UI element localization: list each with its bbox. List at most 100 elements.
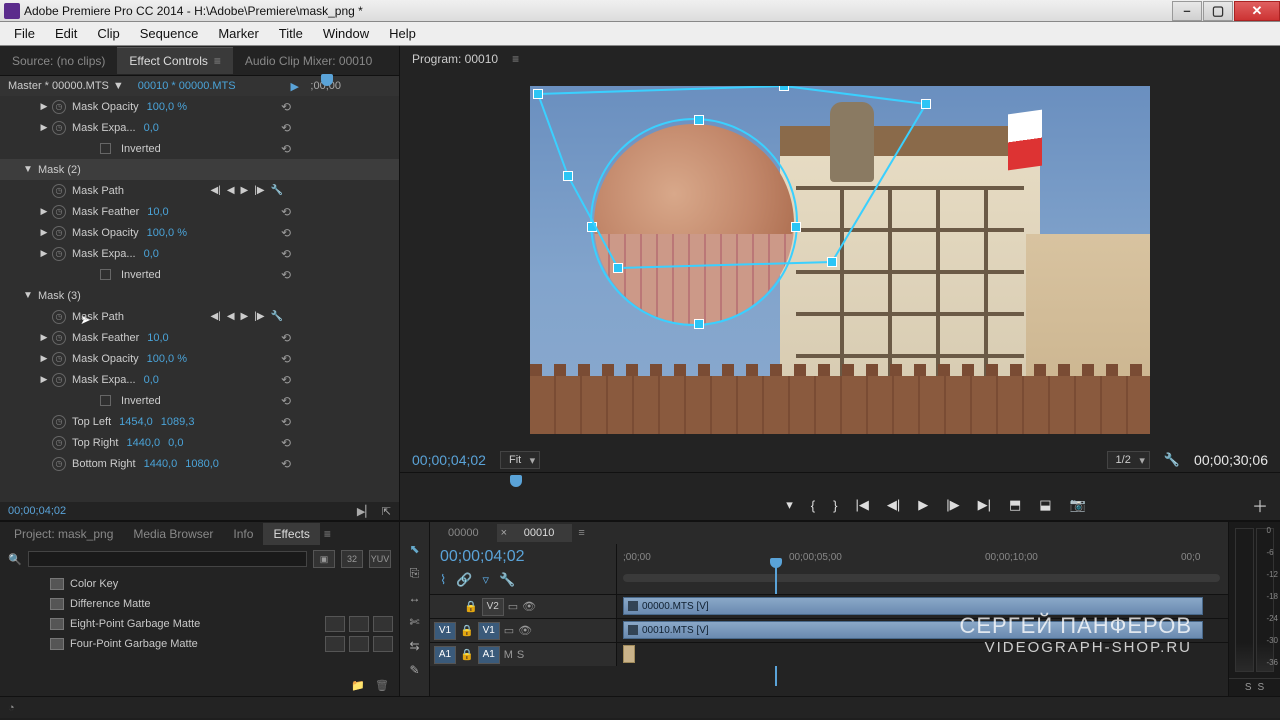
export-icon[interactable]: ⇱ bbox=[382, 505, 391, 518]
panel-menu-icon[interactable]: ≡ bbox=[578, 527, 584, 539]
prop-mask-opacity[interactable]: ▶◷ Mask Opacity 100,0 % ⟲ bbox=[0, 222, 399, 243]
ripple-edit-icon[interactable]: ↔ bbox=[409, 591, 421, 605]
dropdown-icon[interactable]: ▼ bbox=[113, 80, 124, 92]
stopwatch-icon[interactable]: ◷ bbox=[52, 457, 66, 471]
stopwatch-icon[interactable]: ◷ bbox=[52, 100, 66, 114]
export-frame-icon[interactable]: 📷 bbox=[1070, 497, 1086, 513]
new-bin-icon[interactable]: 📁 bbox=[351, 679, 365, 692]
toggle-output-icon[interactable]: ▭ bbox=[504, 624, 514, 637]
panel-menu-icon[interactable]: ≡ bbox=[512, 52, 519, 66]
eye-icon[interactable]: 👁 bbox=[522, 600, 536, 613]
stopwatch-icon[interactable]: ◷ bbox=[52, 352, 66, 366]
reset-icon[interactable]: ⟲ bbox=[281, 331, 291, 345]
effect-item[interactable]: Four-Point Garbage Matte bbox=[6, 634, 393, 654]
source-patch[interactable]: A1 bbox=[434, 646, 456, 664]
prop-mask-opacity[interactable]: ▶◷ Mask Opacity 100,0 % ⟲ bbox=[0, 348, 399, 369]
panel-menu-icon[interactable]: ≡ bbox=[320, 523, 335, 545]
window-close-button[interactable]: ✕ bbox=[1234, 1, 1280, 21]
prop-mask-expansion[interactable]: ▶◷ Mask Expa... 0,0 ⟲ bbox=[0, 117, 399, 138]
step-back-icon[interactable]: ◀| bbox=[887, 497, 900, 513]
toggle-output-icon[interactable]: ▭ bbox=[508, 600, 518, 613]
go-to-in-icon[interactable]: |◀ bbox=[855, 497, 868, 513]
mask-3-header[interactable]: ▼ Mask (3) bbox=[0, 285, 399, 306]
video-clip[interactable]: 00000.MTS [V] bbox=[623, 597, 1203, 615]
checkbox[interactable] bbox=[100, 143, 111, 154]
stopwatch-icon[interactable]: ◷ bbox=[52, 415, 66, 429]
play-segment-icon[interactable]: ▶ bbox=[291, 80, 299, 93]
go-to-out-icon[interactable]: ▶| bbox=[978, 497, 991, 513]
reset-icon[interactable]: ⟲ bbox=[281, 247, 291, 261]
step-forward-icon[interactable]: |▶ bbox=[946, 497, 959, 513]
reset-icon[interactable]: ⟲ bbox=[281, 352, 291, 366]
menu-sequence[interactable]: Sequence bbox=[130, 23, 209, 44]
reset-icon[interactable]: ⟲ bbox=[281, 205, 291, 219]
program-playhead[interactable] bbox=[510, 475, 522, 487]
master-clip-label[interactable]: Master * 00000.MTS bbox=[8, 80, 109, 92]
window-maximize-button[interactable]: ▢ bbox=[1203, 1, 1233, 21]
menu-title[interactable]: Title bbox=[269, 23, 313, 44]
marker-icon[interactable]: ▿ bbox=[483, 572, 490, 588]
resolution-dropdown[interactable]: 1/2 bbox=[1107, 451, 1150, 469]
stopwatch-icon[interactable]: ◷ bbox=[52, 373, 66, 387]
track-lane-v1[interactable]: 00010.MTS [V] bbox=[617, 618, 1228, 642]
solo-button[interactable]: S bbox=[517, 649, 524, 661]
selection-tool-icon[interactable]: ⬉ bbox=[409, 542, 419, 556]
pen-icon[interactable]: ✎ bbox=[409, 663, 419, 677]
mute-button[interactable]: M bbox=[504, 649, 513, 661]
tab-media-browser[interactable]: Media Browser bbox=[123, 523, 223, 545]
audio-clip[interactable] bbox=[623, 645, 635, 663]
prop-mask-expansion[interactable]: ▶◷ Mask Expa... 0,0 ⟲ bbox=[0, 369, 399, 390]
sequence-tab-active[interactable]: 00010 bbox=[497, 524, 573, 542]
ec-timecode[interactable]: 00;00;04;02 bbox=[8, 505, 66, 517]
reset-icon[interactable]: ⟲ bbox=[281, 121, 291, 135]
stopwatch-icon[interactable]: ◷ bbox=[52, 226, 66, 240]
reset-icon[interactable]: ⟲ bbox=[281, 100, 291, 114]
tab-info[interactable]: Info bbox=[223, 523, 263, 545]
prop-mask-path[interactable]: ◷ Mask Path ◀| ◀ ▶ |▶ 🔧 bbox=[0, 306, 399, 327]
source-patch[interactable]: V1 bbox=[434, 622, 456, 640]
eye-icon[interactable]: 👁 bbox=[518, 624, 532, 637]
timeline-timecode[interactable]: 00;00;04;02 bbox=[440, 548, 606, 566]
sequence-tab[interactable]: 00000 bbox=[430, 524, 497, 542]
filter-yuv-icon[interactable]: YUV bbox=[369, 550, 391, 568]
zoom-fit-dropdown[interactable]: Fit bbox=[500, 451, 540, 469]
prop-inverted[interactable]: Inverted ⟲ bbox=[0, 138, 399, 159]
menu-help[interactable]: Help bbox=[379, 23, 426, 44]
kf-play-icon[interactable]: ▶ bbox=[241, 185, 249, 196]
prop-mask-feather[interactable]: ▶◷ Mask Feather 10,0 ⟲ bbox=[0, 327, 399, 348]
menu-edit[interactable]: Edit bbox=[45, 23, 87, 44]
stopwatch-icon[interactable]: ◷ bbox=[52, 436, 66, 450]
reset-icon[interactable]: ⟲ bbox=[281, 373, 291, 387]
prop-inverted[interactable]: Inverted ⟲ bbox=[0, 390, 399, 411]
mark-out-button[interactable]: } bbox=[833, 498, 837, 513]
track-label[interactable]: A1 bbox=[478, 646, 500, 664]
prop-top-right[interactable]: ◷ Top Right 1440,0 0,0 ⟲ bbox=[0, 432, 399, 453]
button-editor-icon[interactable]: ＋ bbox=[1252, 493, 1268, 517]
kf-next-frame-icon[interactable]: |▶ bbox=[254, 185, 264, 196]
track-lane-a1[interactable] bbox=[617, 642, 1228, 666]
delete-icon[interactable]: 🗑 bbox=[375, 679, 389, 692]
stopwatch-icon[interactable]: ◷ bbox=[52, 184, 66, 198]
filter-accelerated-icon[interactable]: ▣ bbox=[313, 550, 335, 568]
prop-inverted[interactable]: Inverted ⟲ bbox=[0, 264, 399, 285]
menu-file[interactable]: File bbox=[4, 23, 45, 44]
panel-menu-icon[interactable]: ≡ bbox=[214, 54, 221, 68]
reset-icon[interactable]: ⟲ bbox=[281, 436, 291, 450]
work-area-bar[interactable] bbox=[623, 574, 1220, 582]
sequence-clip-label[interactable]: 00010 * 00000.MTS bbox=[138, 80, 236, 92]
snap-icon[interactable]: ⌇ bbox=[440, 572, 446, 588]
linked-selection-icon[interactable]: 🔗 bbox=[456, 572, 472, 588]
program-scrubber[interactable] bbox=[400, 472, 1280, 490]
effect-item[interactable]: Color Key bbox=[6, 574, 393, 594]
checkbox[interactable] bbox=[100, 395, 111, 406]
menu-window[interactable]: Window bbox=[313, 23, 379, 44]
solo-left[interactable]: S bbox=[1245, 682, 1252, 693]
filter-32bit-icon[interactable]: 32 bbox=[341, 550, 363, 568]
tab-project[interactable]: Project: mask_png bbox=[4, 523, 123, 545]
lock-icon[interactable]: 🔒 bbox=[464, 600, 478, 613]
settings-icon[interactable]: 🔧 bbox=[1164, 452, 1180, 468]
program-timecode[interactable]: 00;00;04;02 bbox=[412, 452, 486, 468]
stopwatch-icon[interactable]: ◷ bbox=[52, 205, 66, 219]
track-header-v2[interactable]: 🔒 V2 ▭ 👁 bbox=[430, 594, 616, 618]
wrench-icon[interactable]: 🔧 bbox=[271, 185, 283, 196]
